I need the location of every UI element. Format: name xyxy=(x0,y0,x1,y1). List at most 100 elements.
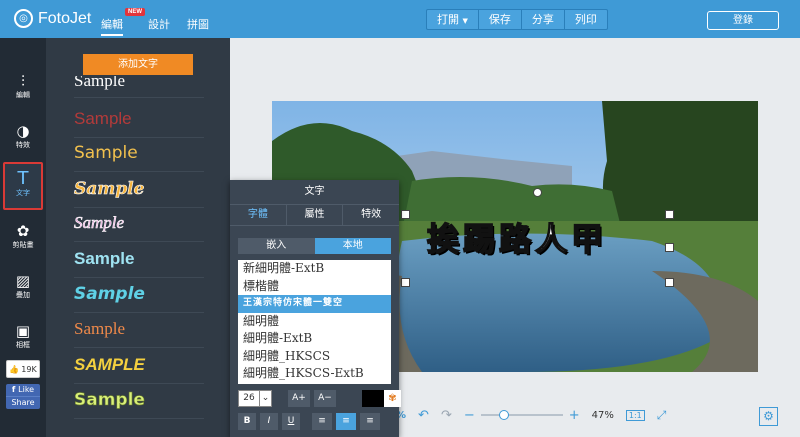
text-sample-item[interactable]: Sample xyxy=(74,385,204,419)
text-sample-item[interactable]: Sample xyxy=(74,314,204,348)
zoom-slider-thumb[interactable] xyxy=(498,410,509,420)
social-share: 👍 19K f Like Share xyxy=(6,360,40,409)
text-panel: 添加文字 Sample Sample Sample Sample Sample … xyxy=(46,38,230,437)
italic-button[interactable]: I xyxy=(260,413,278,430)
facebook-like-label: Like xyxy=(18,385,35,394)
tab-effects[interactable]: 特效 xyxy=(343,205,399,225)
undo-icon[interactable]: ↶ xyxy=(418,408,429,423)
thumbs-up-icon: 👍 xyxy=(9,364,20,374)
redo-icon[interactable]: ↷ xyxy=(441,408,452,423)
flower-icon: ✿ xyxy=(16,222,30,240)
facebook-like-button[interactable]: f Like xyxy=(6,384,40,396)
font-size-dropdown-icon[interactable]: ⌄ xyxy=(260,390,272,407)
font-option[interactable]: 標楷體 xyxy=(238,278,391,296)
font-source-toggle: 嵌入 本地 xyxy=(238,238,391,254)
fullscreen-icon[interactable]: ⤢ xyxy=(657,408,667,423)
rail-item-overlay[interactable]: ▨ 疊加 xyxy=(0,272,46,300)
add-text-button[interactable]: 添加文字 xyxy=(83,54,193,75)
top-bar: ◎ FotoJet 編輯 NEW 設計 拼圖 打開 ▼ 保存 分享 列印 登錄 xyxy=(0,0,800,38)
underline-button[interactable]: U xyxy=(282,413,300,430)
tool-rail: ⫶ 編輯 ◑ 特效 T 文字 ✿ 剪貼畫 ▨ 疊加 ▣ 相框 👍 19K f L… xyxy=(0,38,46,437)
size-row: 26 ⌄ A+ A− ✾ xyxy=(238,390,401,407)
rail-label: 剪貼畫 xyxy=(12,241,34,249)
source-local-button[interactable]: 本地 xyxy=(314,238,391,254)
color-picker-icon[interactable]: ✾ xyxy=(384,390,401,407)
rail-item-edit[interactable]: ⫶ 編輯 xyxy=(0,72,46,100)
like-count[interactable]: 👍 19K xyxy=(6,360,40,378)
zoom-toolbar: % ↶ ↷ − + 47% 1:1 ⤢ xyxy=(396,404,669,426)
font-option[interactable]: 細明體_HKSCS xyxy=(238,348,391,366)
sliders-icon: ⫶ xyxy=(21,72,25,90)
text-sample-item[interactable]: Sample xyxy=(74,208,204,242)
actual-size-icon[interactable]: 1:1 xyxy=(625,409,645,421)
font-option[interactable]: 細明體 xyxy=(238,313,391,331)
resize-handle-bottom-right[interactable] xyxy=(665,278,674,287)
tab-design[interactable]: 設計 xyxy=(148,16,170,32)
text-sample-item[interactable]: Sample xyxy=(74,279,204,313)
text-sample-item[interactable]: Sample xyxy=(74,104,204,138)
zoom-percent: 47% xyxy=(591,409,614,421)
source-embedded-button[interactable]: 嵌入 xyxy=(238,238,315,254)
zoom-slider[interactable] xyxy=(480,410,563,420)
text-color-swatch[interactable] xyxy=(362,390,384,407)
brand-name: FotoJet xyxy=(38,9,92,27)
resize-handle-right[interactable] xyxy=(665,243,674,252)
zoom-out-button[interactable]: − xyxy=(464,408,475,423)
align-right-icon[interactable]: ≡ xyxy=(360,413,380,430)
settings-gear-icon[interactable]: ⚙ xyxy=(759,407,778,426)
text-sample-item[interactable]: Sample xyxy=(74,244,204,278)
text-sample-item[interactable]: SAMPLE xyxy=(74,350,204,384)
text-sample-item[interactable]: Sample xyxy=(74,174,204,208)
font-list-scroll-thumb[interactable] xyxy=(385,376,390,381)
popup-tabs: 字體 屬性 特效 xyxy=(230,204,399,226)
tab-properties[interactable]: 屬性 xyxy=(287,205,344,225)
open-label: 打開 xyxy=(437,13,459,26)
rail-item-clipart[interactable]: ✿ 剪貼畫 xyxy=(0,222,46,250)
resize-handle-bottom-left[interactable] xyxy=(401,278,410,287)
text-sample-item[interactable]: Sample xyxy=(74,76,204,98)
align-center-icon[interactable]: ≡ xyxy=(336,413,356,430)
font-option[interactable]: 新細明體-ExtB xyxy=(238,260,391,278)
font-size-increase-button[interactable]: A+ xyxy=(288,390,310,407)
fotojet-logo[interactable]: ◎ FotoJet xyxy=(14,9,91,28)
canvas-text-headline[interactable]: 挨踢路人甲 xyxy=(426,220,607,258)
rail-label: 文字 xyxy=(16,189,30,197)
like-count-value: 19K xyxy=(21,364,37,374)
rail-item-frame[interactable]: ▣ 相框 xyxy=(0,322,46,350)
resize-handle-top-left[interactable] xyxy=(401,210,410,219)
tab-collage[interactable]: 拼圖 xyxy=(187,16,209,32)
font-option[interactable]: 細明體-ExtB xyxy=(238,330,391,348)
rail-label: 疊加 xyxy=(16,291,30,299)
resize-handle-top-right[interactable] xyxy=(665,210,674,219)
login-button[interactable]: 登錄 xyxy=(707,11,779,30)
tab-edit[interactable]: 編輯 xyxy=(101,16,123,36)
rail-label: 編輯 xyxy=(16,91,30,99)
font-size-decrease-button[interactable]: A− xyxy=(314,390,336,407)
facebook-share-button[interactable]: Share xyxy=(6,396,40,409)
share-button[interactable]: 分享 xyxy=(522,10,565,29)
zoom-in-button[interactable]: + xyxy=(569,408,580,423)
text-t-icon: T xyxy=(17,168,29,189)
print-button[interactable]: 列印 xyxy=(565,10,607,29)
contrast-icon: ◑ xyxy=(16,122,30,140)
rotate-handle[interactable] xyxy=(533,188,542,197)
tab-font[interactable]: 字體 xyxy=(230,205,287,225)
overlay-icon: ▨ xyxy=(15,272,31,290)
rail-label: 特效 xyxy=(16,141,30,149)
save-button[interactable]: 保存 xyxy=(479,10,522,29)
font-size-value[interactable]: 26 xyxy=(238,390,260,407)
rail-item-text[interactable]: T 文字 xyxy=(3,162,43,210)
align-left-icon[interactable]: ≡ xyxy=(312,413,332,430)
file-actions: 打開 ▼ 保存 分享 列印 xyxy=(426,9,608,30)
font-option[interactable]: 細明體_HKSCS-ExtB xyxy=(238,365,391,383)
open-button[interactable]: 打開 ▼ xyxy=(427,10,479,29)
style-row: B I U ≡ ≡ ≡ xyxy=(238,413,380,430)
facebook-widget: f Like Share xyxy=(6,384,40,409)
frame-icon: ▣ xyxy=(15,322,31,340)
rail-label: 相框 xyxy=(16,341,30,349)
bold-button[interactable]: B xyxy=(238,413,256,430)
text-sample-item[interactable]: Sample xyxy=(74,138,204,172)
rail-item-effects[interactable]: ◑ 特效 xyxy=(0,122,46,150)
font-option-selected[interactable]: 王漢宗特仿宋體一雙空 xyxy=(238,295,391,313)
caret-down-icon: ▼ xyxy=(462,17,468,25)
